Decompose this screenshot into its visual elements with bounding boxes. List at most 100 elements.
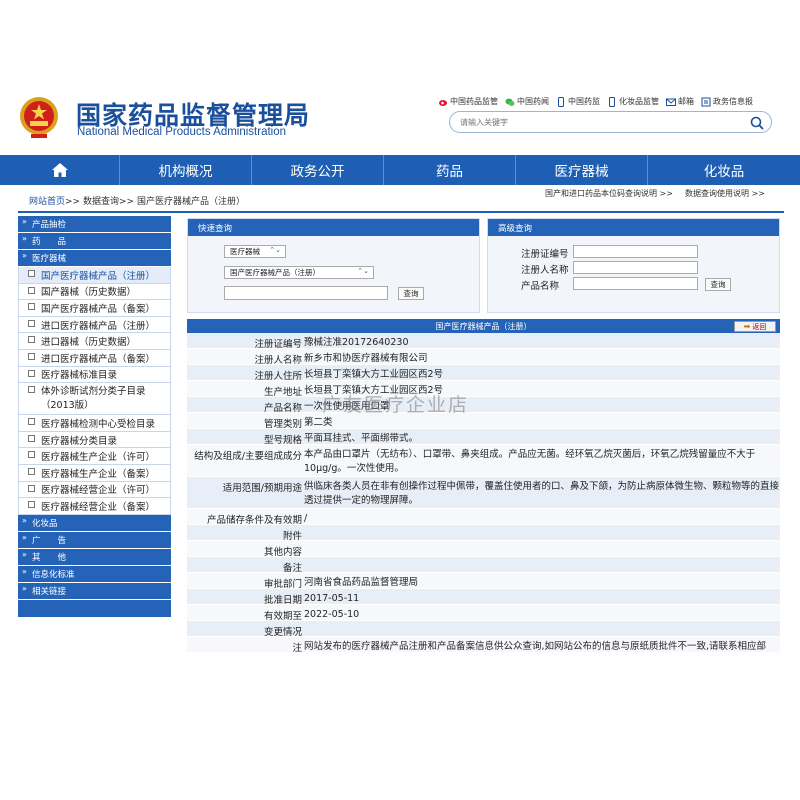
top-link-report[interactable]: 政务信息报 (701, 96, 753, 107)
detail-label: 注 (292, 643, 302, 654)
sidebar-cat-sampling[interactable]: 产品抽检 (18, 216, 171, 233)
sidebar-item-test-center[interactable]: 医疗器械检测中心受检目录 (18, 415, 171, 432)
registrant-field[interactable] (573, 261, 698, 274)
detail-label: 备注 (282, 563, 302, 574)
detail-row: 批准日期 2017-05-11 (187, 589, 780, 606)
nav-item-cosmetics[interactable]: 化妆品 (648, 155, 800, 185)
sidebar-item-import-history[interactable]: 进口器械（历史数据） (18, 333, 171, 350)
sidebar-cat-links[interactable]: 相关链接 (18, 582, 171, 600)
category-select[interactable]: 医疗器械 ⌃⌄ (224, 245, 286, 258)
detail-value (303, 557, 780, 572)
search-icon[interactable] (749, 115, 765, 131)
detail-label: 批准日期 (263, 595, 302, 606)
sidebar-item-dealer-license[interactable]: 医疗器械经营企业（许可） (18, 481, 171, 499)
sidebar-item-label: 医疗器械生产企业（许可） (41, 452, 156, 464)
detail-value: 河南省食品药品监督管理局 (304, 577, 419, 588)
site-title-en[interactable]: National Medical Products Administration (77, 126, 286, 138)
top-link-weibo[interactable]: 中国药品监管 (438, 96, 498, 107)
expand-box-icon (28, 418, 35, 426)
select-arrows-icon: ⌃⌄ (269, 246, 281, 254)
sidebar-item-domestic-registered[interactable]: 国产医疗器械产品（注册） (18, 267, 171, 284)
detail-row: 附件 (187, 525, 780, 542)
site-header: 国家药品监督管理局 National Medical Products Admi… (0, 80, 800, 155)
sidebar-item-standards[interactable]: 医疗器械标准目录 (18, 366, 171, 384)
detail-row: 注册证编号 豫械注准20172640230 (187, 333, 780, 350)
sidebar-item-label: 医疗器械检测中心受检目录 (41, 418, 156, 430)
top-link-label: 政务信息报 (713, 97, 753, 106)
detail-value: 第二类 (304, 417, 333, 428)
top-link-app[interactable]: 中国药监 (556, 96, 600, 107)
sidebar-cat-other[interactable]: 其 他 (18, 548, 171, 566)
sidebar-cat-devices[interactable]: 医疗器械 (18, 250, 171, 267)
sidebar-item-classification[interactable]: 医疗器械分类目录 (18, 431, 171, 449)
detail-value: 2022-05-10 (304, 609, 360, 620)
select-arrows-icon: ⌃⌄ (357, 267, 369, 275)
sidebar-item-import-filing[interactable]: 进口医疗器械产品（备案） (18, 349, 171, 367)
detail-value (303, 621, 780, 636)
sidebar-item-label: 国产器械（历史数据） (41, 287, 137, 299)
expand-box-icon (28, 352, 35, 360)
search-input[interactable] (460, 115, 730, 129)
nav-item-drugs[interactable]: 药品 (384, 155, 516, 185)
expand-box-icon (28, 484, 35, 492)
nav-item-about[interactable]: 机构概况 (120, 155, 252, 185)
detail-row: 注网站发布的医疗器械产品注册和产品备案信息供公众查询,如网站公布的信息与原纸质批… (187, 637, 780, 654)
nav-item-government[interactable]: 政务公开 (252, 155, 384, 185)
top-link-mail[interactable]: 邮箱 (666, 96, 694, 107)
detail-label: 注册证编号 (254, 339, 302, 350)
product-detail: 国产医疗器械产品（注册） ➡ 返回 注册证编号 豫械注准20172640230 注册… (187, 319, 780, 654)
detail-row: 产品储存条件及有效期 / (187, 509, 780, 526)
sidebar-item-dealer-filing[interactable]: 医疗器械经营企业（备案） (18, 498, 171, 515)
sidebar-item-producer-license[interactable]: 医疗器械生产企业（许可） (18, 448, 171, 465)
advanced-search-button[interactable]: 查询 (705, 278, 731, 291)
breadcrumb-separator: >> (119, 197, 135, 207)
detail-label: 管理类别 (263, 419, 302, 430)
detail-value (303, 541, 780, 556)
category-select-value: 医疗器械 (230, 247, 260, 256)
quick-search-button[interactable]: 查询 (398, 287, 424, 300)
weibo-icon (439, 99, 447, 106)
expand-box-icon (28, 336, 35, 344)
quick-search-input[interactable] (224, 286, 388, 300)
detail-label: 型号规格 (263, 435, 302, 446)
sidebar-cat-cosmetics[interactable]: 化妆品 (18, 514, 171, 532)
sidebar-item-label: 国产医疗器械产品（注册） (41, 270, 156, 282)
breadcrumb-query[interactable]: 数据查询 (83, 197, 119, 207)
breadcrumb-home[interactable]: 网站首页 (29, 197, 65, 207)
drug-code-help-link[interactable]: 国产和进口药品本位码查询说明 >> (545, 188, 673, 199)
sidebar-item-label: 体外诊断试剂分类子目录（2013版） (41, 386, 146, 412)
sidebar-item-domestic-history[interactable]: 国产器械（历史数据） (18, 283, 171, 301)
detail-value: 本产品由口罩片（无纺布）、口罩带、鼻夹组成。产品应无菌。经环氧乙烷灭菌后，环氧乙… (304, 449, 756, 474)
sidebar-item-import-registered[interactable]: 进口医疗器械产品（注册） (18, 316, 171, 334)
detail-label: 生产地址 (263, 387, 302, 398)
top-link-wechat[interactable]: 中国药闻 (505, 96, 549, 107)
detail-label: 注册人名称 (254, 355, 302, 366)
top-links: 中国药品监管 中国药闻 中国药监 化妆品监管 邮箱 政务信息报 (438, 96, 753, 107)
breadcrumb-bar: 网站首页>> 数据查询>> 国产医疗器械产品（注册） 国产和进口药品本位码查询说… (0, 185, 800, 215)
sidebar-cat-it-standards[interactable]: 信息化标准 (18, 565, 171, 583)
detail-row: 管理类别 第二类 (187, 413, 780, 430)
nav-home[interactable] (0, 155, 120, 185)
sidebar-item-ivd-catalog[interactable]: 体外诊断试剂分类子目录（2013版） (18, 383, 171, 416)
data-query-help-link[interactable]: 数据查询使用说明 >> (685, 188, 765, 199)
database-select[interactable]: 国产医疗器械产品（注册） ⌃⌄ (224, 266, 374, 279)
back-button[interactable]: ➡ 返回 (734, 321, 776, 332)
breadcrumb: 网站首页>> 数据查询>> 国产医疗器械产品（注册） (29, 194, 245, 207)
sidebar-cat-drugs[interactable]: 药 品 (18, 233, 171, 250)
sidebar-cat-ads[interactable]: 广 告 (18, 531, 171, 549)
expand-box-icon (28, 467, 35, 475)
product-name-field[interactable] (573, 277, 698, 290)
sidebar-item-domestic-filing[interactable]: 国产医疗器械产品（备案） (18, 300, 171, 317)
reg-number-field[interactable] (573, 245, 698, 258)
sidebar-filler (18, 599, 171, 618)
sidebar-item-label: 进口医疗器械产品（备案） (41, 353, 156, 365)
expand-box-icon (28, 303, 35, 311)
sidebar-item-producer-filing[interactable]: 医疗器械生产企业（备案） (18, 464, 171, 482)
nav-item-devices[interactable]: 医疗器械 (516, 155, 648, 185)
detail-label: 产品储存条件及有效期 (206, 515, 302, 526)
sidebar-item-label: 进口器械（历史数据） (41, 337, 137, 349)
help-links: 国产和进口药品本位码查询说明 >> 数据查询使用说明 >> (545, 188, 765, 199)
mobile-app-icon (609, 96, 615, 107)
top-link-cosmetics[interactable]: 化妆品监管 (607, 96, 659, 107)
expand-box-icon (28, 286, 35, 294)
